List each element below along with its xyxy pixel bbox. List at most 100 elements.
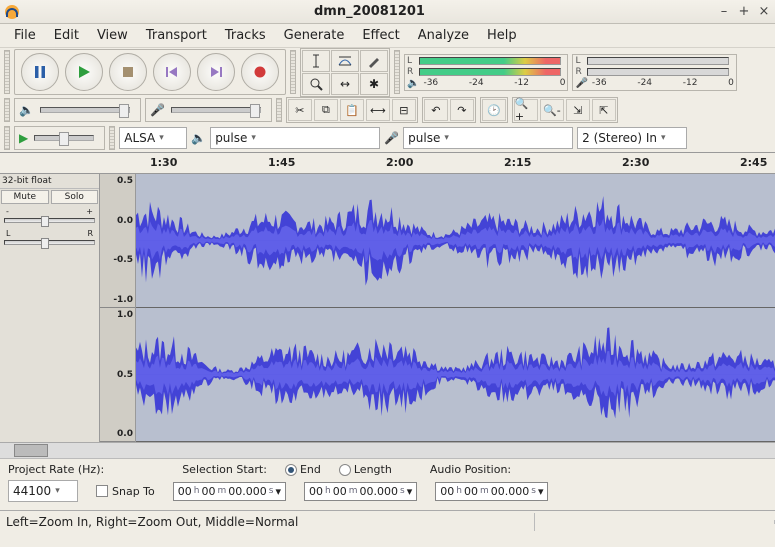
status-secondary [535, 520, 775, 524]
paste-button[interactable]: 📋 [340, 99, 364, 121]
zoom-out-button[interactable]: 🔍- [540, 99, 564, 121]
toolbar-grip[interactable] [290, 50, 296, 94]
tools-toolbar: ↔ ✱ [300, 48, 390, 97]
transport-controls [14, 49, 286, 95]
transport-toolbar-row: ↔ ✱ L R 🔈-36-24-120 L R 🎤-36-24-120 [0, 48, 775, 96]
length-radio[interactable]: Length [339, 463, 392, 476]
toolbar-grip[interactable] [276, 98, 282, 122]
minimize-button[interactable]: – [717, 4, 731, 19]
horizontal-scrollbar[interactable] [0, 442, 775, 458]
audio-position-label: Audio Position: [430, 463, 511, 476]
output-volume[interactable]: 🔈 [14, 98, 141, 122]
selection-start-label: Selection Start: [182, 463, 267, 476]
menu-help[interactable]: Help [479, 26, 525, 45]
waveform-channel-left[interactable] [136, 174, 775, 308]
mute-button[interactable]: Mute [1, 190, 49, 204]
window-title: dmn_20081201 [28, 4, 711, 19]
fit-selection-button[interactable]: ⇲ [566, 99, 590, 121]
mic-icon: 🎤 [384, 131, 399, 145]
device-toolbar-row: ▶ ALSA▾ 🔈 pulse▾ 🎤 pulse▾ 2 (Stereo) In▾ [0, 124, 775, 152]
toolbar-grip[interactable] [4, 126, 10, 150]
playback-meter[interactable]: L R 🔈-36-24-120 [404, 54, 568, 91]
status-bar: Left=Zoom In, Right=Zoom Out, Middle=Nor… [0, 510, 775, 532]
menu-transport[interactable]: Transport [138, 26, 215, 45]
menu-file[interactable]: File [6, 26, 44, 45]
zoom-tool[interactable] [302, 73, 330, 95]
cut-button[interactable]: ✂ [288, 99, 312, 121]
menubar: File Edit View Transport Tracks Generate… [0, 24, 775, 48]
track-format[interactable]: 32-bit float [0, 174, 99, 189]
selection-toolbar: Project Rate (Hz): Selection Start: End … [0, 458, 775, 510]
project-rate-combo[interactable]: 44100▾ [8, 480, 78, 502]
menu-generate[interactable]: Generate [276, 26, 353, 45]
menu-tracks[interactable]: Tracks [217, 26, 274, 45]
selection-start-time[interactable]: 00h 00m 00.000s▾ [173, 482, 286, 501]
stop-button[interactable] [109, 53, 147, 91]
track-area: 32-bit float Mute Solo -+ LR 0.5 0.0 -0.… [0, 174, 775, 442]
snap-to-checkbox[interactable]: Snap To [96, 485, 155, 498]
copy-button[interactable]: ⧉ [314, 99, 338, 121]
edit-toolbar: ✂ ⧉ 📋 ⟷ ⊟ [286, 97, 418, 123]
project-rate-label: Project Rate (Hz): [8, 463, 104, 476]
trim-button[interactable]: ⟷ [366, 99, 390, 121]
input-volume[interactable]: 🎤 [145, 98, 272, 122]
pan-slider[interactable]: LR [0, 227, 99, 249]
waveform-display[interactable] [136, 174, 775, 442]
close-button[interactable]: × [757, 4, 771, 19]
speed-slider[interactable] [34, 135, 94, 141]
multi-tool[interactable]: ✱ [360, 73, 388, 95]
input-channels-combo[interactable]: 2 (Stereo) In▾ [577, 127, 687, 149]
menu-edit[interactable]: Edit [46, 26, 87, 45]
scrollbar-thumb[interactable] [14, 444, 48, 457]
sync-lock-button[interactable]: 🕑 [482, 99, 506, 121]
record-button[interactable] [241, 53, 279, 91]
mic-icon: 🎤 [150, 103, 165, 117]
redo-button[interactable]: ↷ [450, 99, 474, 121]
record-meter[interactable]: L R 🎤-36-24-120 [572, 54, 736, 91]
vertical-ruler[interactable]: 0.5 0.0 -0.5 -1.0 1.0 0.5 0.0 [100, 174, 136, 442]
silence-button[interactable]: ⊟ [392, 99, 416, 121]
audacity-icon [4, 4, 20, 20]
track-control-panel: 32-bit float Mute Solo -+ LR [0, 174, 100, 442]
solo-button[interactable]: Solo [51, 190, 99, 204]
speaker-icon: 🔈 [407, 78, 419, 89]
draw-tool[interactable] [360, 50, 388, 72]
pause-button[interactable] [21, 53, 59, 91]
end-radio[interactable]: End [285, 463, 321, 476]
timeshift-tool[interactable]: ↔ [331, 73, 359, 95]
link-toolbar: 🕑 [480, 97, 508, 123]
skip-end-button[interactable] [197, 53, 235, 91]
input-slider[interactable] [171, 107, 261, 113]
speaker-icon: 🔈 [19, 103, 34, 117]
timeline-ruler[interactable]: 1:30 1:45 2:00 2:15 2:30 2:45 [0, 152, 775, 174]
undo-toolbar: ↶ ↷ [422, 97, 476, 123]
fit-project-button[interactable]: ⇱ [592, 99, 616, 121]
input-device-combo[interactable]: pulse▾ [403, 127, 573, 149]
mic-icon: 🎤 [575, 78, 587, 89]
audio-position-time[interactable]: 00h 00m 00.000s▾ [435, 482, 548, 501]
play-button[interactable] [65, 53, 103, 91]
toolbar-grip[interactable] [4, 50, 10, 94]
maximize-button[interactable]: + [737, 4, 751, 19]
menu-view[interactable]: View [89, 26, 136, 45]
play-speed-icon[interactable]: ▶ [19, 131, 28, 145]
zoom-in-button[interactable]: 🔍+ [514, 99, 538, 121]
toolbar-grip[interactable] [4, 98, 10, 122]
undo-button[interactable]: ↶ [424, 99, 448, 121]
selection-end-time[interactable]: 00h 00m 00.000s▾ [304, 482, 417, 501]
selection-tool[interactable] [302, 50, 330, 72]
toolbar-grip[interactable] [394, 50, 400, 94]
menu-analyze[interactable]: Analyze [410, 26, 477, 45]
waveform-channel-right[interactable] [136, 308, 775, 442]
toolbar-grip[interactable] [109, 126, 115, 150]
envelope-tool[interactable] [331, 50, 359, 72]
gain-slider[interactable]: -+ [0, 205, 99, 227]
skip-start-button[interactable] [153, 53, 191, 91]
output-device-combo[interactable]: pulse▾ [210, 127, 380, 149]
host-combo[interactable]: ALSA▾ [119, 127, 187, 149]
speaker-icon: 🔈 [191, 131, 206, 145]
menu-effect[interactable]: Effect [354, 26, 407, 45]
titlebar: dmn_20081201 – + × [0, 0, 775, 24]
secondary-toolbar-row: 🔈 🎤 ✂ ⧉ 📋 ⟷ ⊟ ↶ ↷ 🕑 🔍+ 🔍- ⇲ ⇱ [0, 96, 775, 124]
output-slider[interactable] [40, 107, 130, 113]
